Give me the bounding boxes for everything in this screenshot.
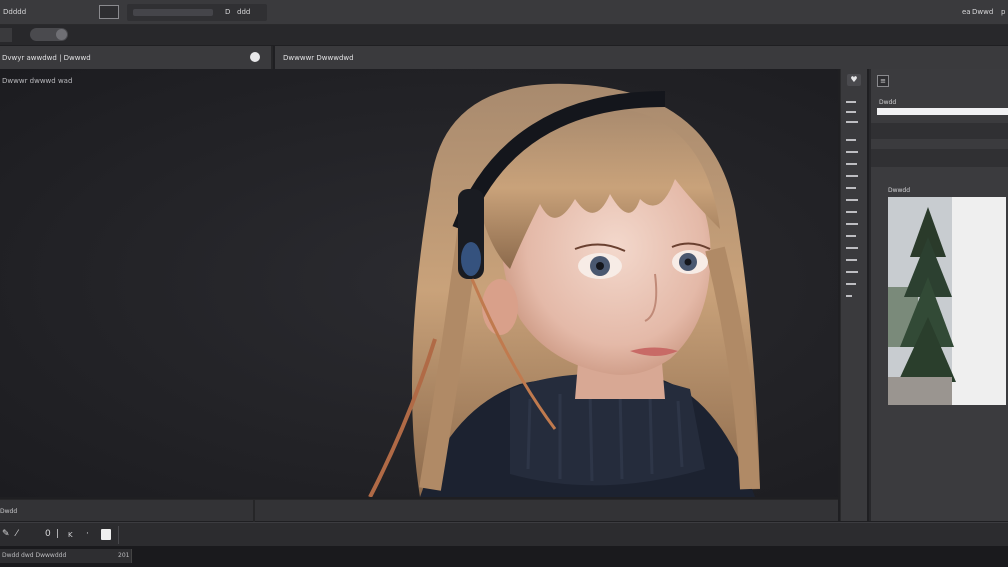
portrait-image	[368, 83, 760, 497]
tool-item[interactable]	[846, 211, 857, 213]
tool-item[interactable]	[846, 247, 858, 249]
tab-strip: Dwdd dwd Dwwwddd 201	[0, 546, 1008, 567]
tool-item[interactable]	[846, 111, 856, 113]
options-bar	[0, 25, 1008, 45]
options-notch	[0, 28, 12, 42]
tool-item[interactable]	[846, 223, 858, 225]
document-tab-label: Dwdd dwd Dwwwddd	[2, 552, 67, 559]
tool-item[interactable]	[846, 151, 858, 153]
thumbnail-preview[interactable]	[888, 197, 1006, 405]
tool-item[interactable]	[846, 121, 858, 123]
heart-icon[interactable]: ♥	[847, 74, 861, 86]
tool-column: ♥	[840, 69, 867, 521]
tool-item[interactable]	[846, 199, 858, 201]
tool-bar-glyph[interactable]: |	[56, 529, 59, 539]
menu-right-label-1[interactable]: ea	[962, 8, 971, 16]
window-toggle-button[interactable]	[99, 5, 119, 19]
toolbar-group: D ddd	[127, 4, 267, 21]
properties-section-label: Dwwdd	[888, 187, 911, 194]
document-tab[interactable]: Dwdd dwd Dwwwddd 201	[0, 549, 132, 563]
panel-menu-icon[interactable]: ≡	[877, 75, 889, 87]
tool-item[interactable]	[846, 175, 858, 177]
tree-thumbnail-image	[888, 197, 1006, 405]
tool-item[interactable]	[846, 283, 856, 285]
canvas-area[interactable]: Dwwwr dwwwd wad	[0, 69, 838, 497]
tool-item[interactable]	[846, 259, 857, 261]
tool-item[interactable]	[846, 235, 856, 237]
toolbar-group-label[interactable]: ddd	[237, 8, 250, 16]
canvas-panel-header: Dwwwwr Dwwwdwd	[275, 46, 1008, 69]
toolbar-separator	[118, 526, 119, 544]
square-icon[interactable]	[101, 529, 111, 540]
tool-number[interactable]: 0	[45, 529, 51, 539]
toolbar-d-button[interactable]: D	[225, 8, 230, 16]
panel-status-dot[interactable]	[250, 52, 260, 62]
toggle-switch[interactable]	[30, 28, 68, 41]
toggle-knob	[56, 29, 67, 40]
tool-item[interactable]	[846, 163, 857, 165]
canvas-subtitle: Dwwwr dwwwd wad	[2, 77, 73, 85]
tool-k[interactable]: K	[68, 531, 73, 539]
canvas-tab-title[interactable]: Dwwwwr Dwwwdwd	[283, 54, 354, 62]
menu-right-edge[interactable]: p	[1001, 8, 1005, 16]
menu-right-label-2[interactable]: Dwwd	[972, 8, 993, 16]
document-tab-number: 201	[118, 552, 130, 559]
status-separator	[253, 500, 255, 522]
tool-item[interactable]	[846, 271, 858, 273]
tool-item[interactable]	[846, 101, 856, 103]
toolbar-field[interactable]	[133, 9, 213, 16]
properties-input[interactable]	[877, 108, 1008, 115]
menu-label[interactable]: Ddddd	[3, 8, 26, 16]
properties-row[interactable]	[871, 149, 1008, 167]
brush-icon[interactable]: ⁄	[16, 529, 18, 539]
tool-item[interactable]	[846, 139, 856, 141]
menu-bar: Ddddd D ddd ea Dwwd p	[0, 0, 1008, 25]
layers-panel-header: Dvwyr awwdwd | Dwwwd	[0, 46, 273, 69]
tool-item[interactable]	[846, 187, 856, 189]
status-bar: Dwdd	[0, 499, 838, 522]
properties-row[interactable]	[871, 123, 1008, 139]
properties-header: Dwdd	[879, 99, 897, 106]
tool-item[interactable]	[846, 295, 852, 297]
tool-dot[interactable]: ·	[86, 529, 89, 539]
status-label: Dwdd	[0, 508, 18, 515]
properties-panel: ≡ Dwdd Dwwdd	[869, 69, 1008, 521]
bottom-toolbar: ✎ ⁄ 0 | K ·	[0, 522, 1008, 546]
layers-panel-title: Dvwyr awwdwd | Dwwwd	[2, 54, 91, 62]
pen-icon[interactable]: ✎	[2, 529, 10, 539]
